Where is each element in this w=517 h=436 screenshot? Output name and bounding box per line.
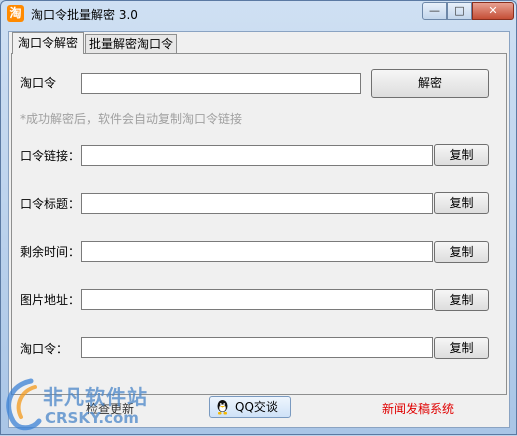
copy-remaining-time-button[interactable]: 复制	[434, 241, 489, 263]
taokouling-input-label: 淘口令	[20, 76, 57, 90]
taokouling-field[interactable]	[81, 337, 433, 358]
field-label-title: 口令标题：	[20, 197, 81, 211]
link-field[interactable]	[81, 145, 433, 166]
app-window: 淘 淘口令批量解密 3.0 — □ ✕ 淘口令解密 批量解密淘口令 淘口令 解密…	[0, 0, 517, 435]
watermark: 非凡软件站 CRSKY.com	[1, 371, 176, 436]
copy-taokouling-button[interactable]: 复制	[434, 337, 489, 359]
window-title: 淘口令批量解密 3.0	[31, 8, 138, 22]
field-label-taokouling: 淘口令：	[20, 342, 69, 356]
watermark-swirl-icon	[6, 378, 42, 431]
watermark-domain: CRSKY.com	[45, 409, 139, 427]
field-label-image-url: 图片地址：	[20, 293, 81, 307]
remaining-time-field[interactable]	[81, 241, 433, 262]
image-url-field[interactable]	[81, 289, 433, 310]
copy-link-button[interactable]: 复制	[434, 144, 489, 166]
qq-chat-label: QQ交谈	[235, 400, 278, 414]
maximize-button[interactable]: □	[447, 2, 472, 20]
app-icon: 淘	[7, 5, 24, 22]
hint-text: *成功解密后，软件会自动复制淘口令链接	[20, 112, 243, 126]
field-label-link: 口令链接：	[20, 149, 81, 163]
title-field[interactable]	[81, 193, 433, 214]
close-button[interactable]: ✕	[472, 2, 514, 20]
qq-chat-button[interactable]: QQ交谈	[209, 396, 291, 418]
field-label-remaining-time: 剩余时间：	[20, 245, 81, 259]
copy-image-url-button[interactable]: 复制	[434, 289, 489, 311]
watermark-title: 非凡软件站	[43, 385, 148, 409]
tab-batch-decrypt[interactable]: 批量解密淘口令	[85, 34, 177, 54]
taokouling-input[interactable]	[81, 73, 361, 94]
decrypt-button[interactable]: 解密	[371, 69, 489, 98]
title-bar[interactable]: 淘 淘口令批量解密 3.0 — □ ✕	[1, 1, 516, 27]
qq-penguin-icon	[217, 400, 228, 415]
minimize-button[interactable]: —	[422, 2, 447, 20]
client-area: 淘口令解密 批量解密淘口令 淘口令 解密 *成功解密后，软件会自动复制淘口令链接…	[8, 31, 510, 428]
copy-title-button[interactable]: 复制	[434, 192, 489, 214]
tab-decrypt[interactable]: 淘口令解密	[12, 32, 84, 54]
news-release-link[interactable]: 新闻发稿系统	[382, 400, 454, 417]
